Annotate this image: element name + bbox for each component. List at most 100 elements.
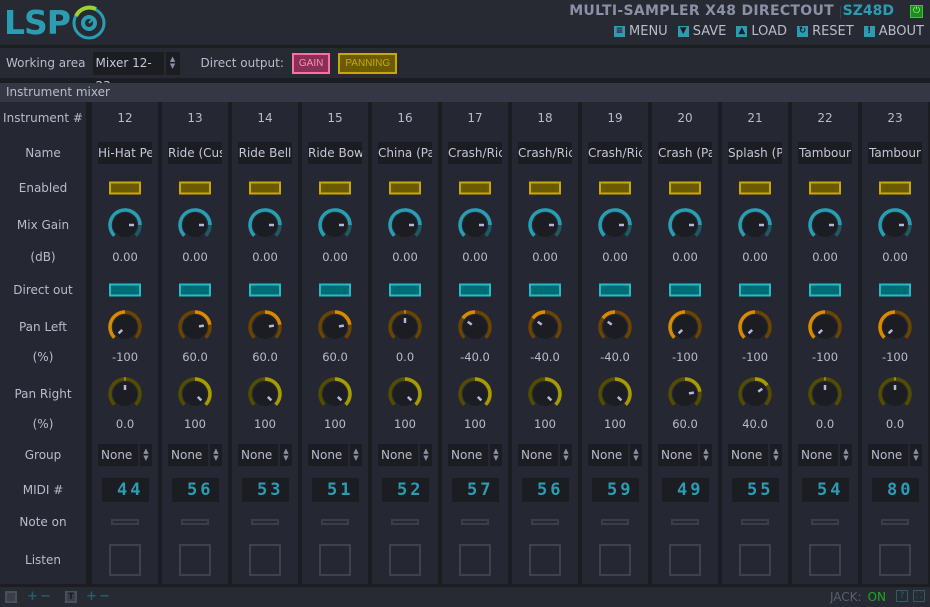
listen-button[interactable] [249,544,281,576]
mix-gain-knob[interactable] [877,207,913,243]
listen-button[interactable] [459,544,491,576]
listen-button[interactable] [319,544,351,576]
direct-out-toggle[interactable] [669,283,701,297]
help-icon[interactable]: ? [896,590,908,602]
mix-gain-knob[interactable] [597,207,633,243]
midi-note-display[interactable]: 52 [381,478,429,502]
menu-button-reset[interactable]: ↻ RESET [797,24,854,39]
pan-right-knob[interactable] [457,376,493,412]
listen-button[interactable] [669,544,701,576]
group-select[interactable]: None ▲ ▼ [728,444,782,466]
enabled-toggle[interactable] [249,181,281,195]
window-size-icon[interactable] [5,591,17,603]
midi-note-display[interactable]: 51 [311,478,359,502]
pan-left-knob[interactable] [457,309,493,345]
panning-button[interactable]: PANNING [338,52,398,74]
pan-left-knob[interactable] [597,309,633,345]
midi-note-display[interactable]: 54 [801,478,849,502]
menu-button-about[interactable]: ! ABOUT [863,24,924,39]
pan-left-knob[interactable] [527,309,563,345]
direct-out-toggle[interactable] [389,283,421,297]
spin-arrows-icon[interactable]: ▲ ▼ [488,444,502,466]
direct-out-toggle[interactable] [599,283,631,297]
pan-left-knob[interactable] [737,309,773,345]
listen-button[interactable] [809,544,841,576]
spin-arrows-icon[interactable]: ▲ ▼ [138,444,152,466]
direct-out-toggle[interactable] [179,283,211,297]
pan-right-knob[interactable] [247,376,283,412]
direct-out-toggle[interactable] [809,283,841,297]
group-select[interactable]: None ▲ ▼ [588,444,642,466]
pan-left-knob[interactable] [387,309,423,345]
spin-arrows-icon[interactable]: ▲ ▼ [163,51,180,75]
instrument-name-field[interactable]: Splash (P [728,142,782,164]
pan-left-knob[interactable] [317,309,353,345]
enabled-toggle[interactable] [809,181,841,195]
font-size-icon[interactable]: T [65,591,77,603]
midi-note-display[interactable]: 44 [101,478,149,502]
power-icon[interactable]: ⏻ [910,5,923,18]
fullscreen-icon[interactable]: ⛶ [913,590,925,602]
spin-arrows-icon[interactable]: ▲ ▼ [208,444,222,466]
mix-gain-knob[interactable] [807,207,843,243]
midi-note-display[interactable]: 55 [731,478,779,502]
pan-right-knob[interactable] [667,376,703,412]
direct-out-toggle[interactable] [109,283,141,297]
instrument-name-field[interactable]: China (Pa [378,142,432,164]
zoom-in-button[interactable]: + [27,590,38,603]
mix-gain-knob[interactable] [177,207,213,243]
mix-gain-knob[interactable] [527,207,563,243]
pan-right-knob[interactable] [177,376,213,412]
pan-right-knob[interactable] [877,376,913,412]
menu-button-load[interactable]: ▲ LOAD [736,24,787,39]
font-increase-button[interactable]: + [86,590,97,603]
direct-out-toggle[interactable] [529,283,561,297]
spin-arrows-icon[interactable]: ▲ ▼ [418,444,432,466]
group-select[interactable]: None ▲ ▼ [378,444,432,466]
listen-button[interactable] [109,544,141,576]
instrument-name-field[interactable]: Crash/Ric [448,142,502,164]
instrument-name-field[interactable]: Crash (Pa [658,142,712,164]
enabled-toggle[interactable] [459,181,491,195]
pan-right-knob[interactable] [527,376,563,412]
mix-gain-knob[interactable] [317,207,353,243]
group-select[interactable]: None ▲ ▼ [658,444,712,466]
instrument-name-field[interactable]: Tambour [868,142,922,164]
mix-gain-knob[interactable] [667,207,703,243]
spin-arrows-icon[interactable]: ▲ ▼ [698,444,712,466]
gain-button[interactable]: GAIN [291,52,331,74]
mix-gain-knob[interactable] [737,207,773,243]
pan-left-knob[interactable] [247,309,283,345]
midi-note-display[interactable]: 56 [171,478,219,502]
pan-left-knob[interactable] [107,309,143,345]
zoom-out-button[interactable]: − [40,590,51,603]
enabled-toggle[interactable] [179,181,211,195]
pan-left-knob[interactable] [877,309,913,345]
mix-gain-knob[interactable] [107,207,143,243]
direct-out-toggle[interactable] [879,283,911,297]
pan-right-knob[interactable] [807,376,843,412]
listen-button[interactable] [529,544,561,576]
enabled-toggle[interactable] [529,181,561,195]
spin-arrows-icon[interactable]: ▲ ▼ [908,444,922,466]
enabled-toggle[interactable] [599,181,631,195]
enabled-toggle[interactable] [389,181,421,195]
spin-arrows-icon[interactable]: ▲ ▼ [558,444,572,466]
pan-right-knob[interactable] [737,376,773,412]
mix-gain-knob[interactable] [387,207,423,243]
midi-note-display[interactable]: 49 [661,478,709,502]
group-select[interactable]: None ▲ ▼ [448,444,502,466]
pan-right-knob[interactable] [387,376,423,412]
spin-arrows-icon[interactable]: ▲ ▼ [838,444,852,466]
group-select[interactable]: None ▲ ▼ [238,444,292,466]
direct-out-toggle[interactable] [249,283,281,297]
midi-note-display[interactable]: 56 [521,478,569,502]
group-select[interactable]: None ▲ ▼ [518,444,572,466]
spin-arrows-icon[interactable]: ▲ ▼ [628,444,642,466]
mix-gain-knob[interactable] [457,207,493,243]
pan-right-knob[interactable] [597,376,633,412]
enabled-toggle[interactable] [109,181,141,195]
enabled-toggle[interactable] [669,181,701,195]
listen-button[interactable] [389,544,421,576]
enabled-toggle[interactable] [879,181,911,195]
